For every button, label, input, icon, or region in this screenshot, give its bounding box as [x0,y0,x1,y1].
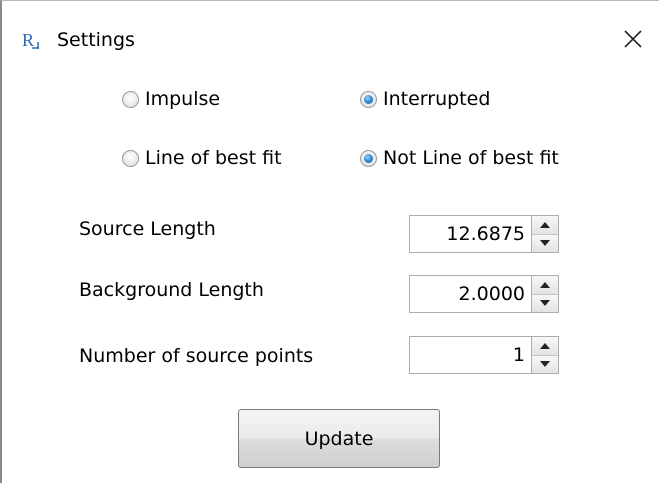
source-points-increment-button[interactable] [532,337,558,356]
close-button[interactable] [614,21,652,57]
arrow-down-icon [540,361,550,368]
app-icon: R [19,29,41,51]
impulse-label: Impulse [145,88,221,110]
not-line-of-best-fit-radio-circle[interactable] [360,149,377,167]
background-length-spinner [409,275,559,313]
interrupted-radio[interactable]: Interrupted [360,87,490,111]
background-length-increment-button[interactable] [532,276,558,295]
source-length-input[interactable] [409,215,531,253]
arrow-up-icon [540,281,550,288]
interrupted-radio-circle[interactable] [360,90,377,108]
window-title: Settings [57,29,135,51]
interrupted-label: Interrupted [383,88,491,110]
impulse-radio-circle[interactable] [122,90,139,108]
not-line-of-best-fit-radio[interactable]: Not Line of best fit [360,146,559,170]
not-line-of-best-fit-label: Not Line of best fit [383,147,559,169]
background-length-decrement-button[interactable] [532,294,558,312]
arrow-down-icon [540,300,550,307]
arrow-down-icon [540,240,550,247]
line-of-best-fit-label: Line of best fit [145,147,282,169]
update-button[interactable]: Update [238,409,440,468]
background-length-spin-buttons [531,275,559,313]
app-icon-letter: R [22,30,34,50]
background-length-label: Background Length [79,279,264,301]
close-icon [624,30,642,48]
source-length-label: Source Length [79,218,216,240]
background-length-input[interactable] [409,275,531,313]
source-length-increment-button[interactable] [532,216,558,235]
source-points-label: Number of source points [79,345,314,367]
settings-window: R Settings Impulse Interrupted Line of b… [0,0,659,483]
source-length-spin-buttons [531,215,559,253]
arrow-up-icon [540,342,550,349]
source-length-spinner [409,215,559,253]
source-points-spinner [409,336,559,374]
source-length-decrement-button[interactable] [532,234,558,252]
title-bar: R Settings [2,1,659,51]
arrow-up-icon [540,221,550,228]
line-of-best-fit-radio[interactable]: Line of best fit [122,146,282,170]
impulse-radio[interactable]: Impulse [122,87,220,111]
source-points-spin-buttons [531,336,559,374]
source-points-decrement-button[interactable] [532,355,558,373]
line-of-best-fit-radio-circle[interactable] [122,149,139,167]
source-points-input[interactable] [409,336,531,374]
